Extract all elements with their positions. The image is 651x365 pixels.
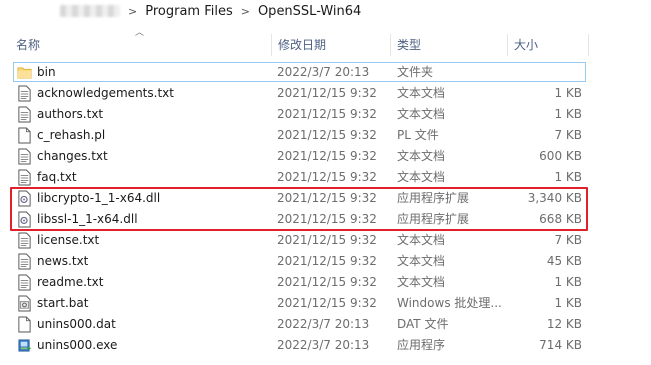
file-date: 2022/3/7 20:13 bbox=[277, 65, 370, 79]
file-row[interactable]: bin 2022/3/7 20:13 文件夹 bbox=[0, 62, 651, 83]
file-name: authors.txt bbox=[37, 107, 104, 121]
file-type: PL 文件 bbox=[397, 128, 439, 142]
text-document-icon bbox=[18, 106, 31, 123]
file-row[interactable]: readme.txt 2021/12/15 9:32 文本文档 1 KB bbox=[0, 272, 651, 293]
file-name: unins000.exe bbox=[37, 338, 118, 352]
column-header-date[interactable]: 修改日期 bbox=[272, 34, 390, 54]
blurred-path-segment bbox=[60, 5, 120, 17]
file-name: faq.txt bbox=[37, 170, 77, 184]
file-date: 2022/3/7 20:13 bbox=[277, 317, 370, 331]
file-type: 文本文档 bbox=[397, 107, 446, 121]
file-row[interactable]: license.txt 2021/12/15 9:32 文本文档 7 KB bbox=[0, 230, 651, 251]
text-document-icon bbox=[18, 85, 31, 102]
file-size: 714 KB bbox=[539, 338, 582, 352]
file-name: changes.txt bbox=[37, 149, 108, 163]
breadcrumb: > Program Files > OpenSSL-Win64 bbox=[0, 0, 651, 22]
file-name: readme.txt bbox=[37, 275, 104, 289]
file-date: 2021/12/15 9:32 bbox=[277, 275, 377, 289]
column-header-type[interactable]: 类型 bbox=[391, 34, 506, 54]
folder-icon bbox=[17, 67, 32, 79]
file-type: 文本文档 bbox=[397, 254, 446, 268]
file-name: c_rehash.pl bbox=[37, 128, 106, 142]
installer-exe-icon bbox=[18, 339, 32, 352]
column-header-size[interactable]: 大小 bbox=[508, 34, 588, 54]
text-document-icon bbox=[18, 274, 31, 291]
file-row[interactable]: faq.txt 2021/12/15 9:32 文本文档 1 KB bbox=[0, 167, 651, 188]
file-row[interactable]: authors.txt 2021/12/15 9:32 文本文档 1 KB bbox=[0, 104, 651, 125]
file-row[interactable]: start.bat 2021/12/15 9:32 Windows 批处理...… bbox=[0, 293, 651, 314]
file-name: start.bat bbox=[37, 296, 89, 310]
file-date: 2021/12/15 9:32 bbox=[277, 107, 377, 121]
text-document-icon bbox=[18, 232, 31, 249]
file-type: Windows 批处理... bbox=[397, 296, 502, 310]
file-type: 文本文档 bbox=[397, 233, 446, 247]
text-document-icon bbox=[18, 253, 31, 270]
file-size: 1 KB bbox=[554, 170, 582, 184]
file-size: 1 KB bbox=[554, 296, 582, 310]
column-header-name[interactable]: 名称 bbox=[10, 34, 272, 54]
file-size: 1 KB bbox=[554, 107, 582, 121]
file-row[interactable]: unins000.dat 2022/3/7 20:13 DAT 文件 12 KB bbox=[0, 314, 651, 335]
file-date: 2021/12/15 9:32 bbox=[277, 149, 377, 163]
file-size: 1 KB bbox=[554, 86, 582, 100]
file-row[interactable]: c_rehash.pl 2021/12/15 9:32 PL 文件 7 KB bbox=[0, 125, 651, 146]
file-date: 2021/12/15 9:32 bbox=[277, 86, 377, 100]
column-header: 名称 修改日期 类型 大小 bbox=[0, 34, 651, 56]
file-name: unins000.dat bbox=[37, 317, 116, 331]
column-header-date-label: 修改日期 bbox=[278, 37, 327, 52]
breadcrumb-separator-icon: > bbox=[128, 4, 138, 18]
file-type: 文本文档 bbox=[397, 170, 446, 184]
file-type: 应用程序 bbox=[397, 338, 446, 352]
annotation-highlight-box bbox=[10, 187, 588, 231]
file-name: news.txt bbox=[37, 254, 89, 268]
column-header-type-label: 类型 bbox=[397, 37, 422, 52]
column-divider[interactable] bbox=[588, 34, 589, 56]
batch-file-icon bbox=[18, 295, 31, 312]
file-row[interactable]: unins000.exe 2022/3/7 20:13 应用程序 714 KB bbox=[0, 335, 651, 356]
file-type: 文本文档 bbox=[397, 149, 446, 163]
file-date: 2021/12/15 9:32 bbox=[277, 170, 377, 184]
file-size: 12 KB bbox=[546, 317, 582, 331]
file-row[interactable]: acknowledgements.txt 2021/12/15 9:32 文本文… bbox=[0, 83, 651, 104]
file-date: 2021/12/15 9:32 bbox=[277, 254, 377, 268]
file-type: 文本文档 bbox=[397, 86, 446, 100]
blank-file-icon bbox=[18, 127, 31, 144]
text-document-icon bbox=[18, 148, 31, 165]
file-row[interactable]: changes.txt 2021/12/15 9:32 文本文档 600 KB bbox=[0, 146, 651, 167]
file-date: 2021/12/15 9:32 bbox=[277, 233, 377, 247]
file-size: 7 KB bbox=[554, 128, 582, 142]
text-document-icon bbox=[18, 169, 31, 186]
file-date: 2021/12/15 9:32 bbox=[277, 296, 377, 310]
file-name: license.txt bbox=[37, 233, 100, 247]
file-size: 600 KB bbox=[539, 149, 582, 163]
breadcrumb-item-openssl-win64[interactable]: OpenSSL-Win64 bbox=[258, 4, 361, 19]
file-type: DAT 文件 bbox=[397, 317, 449, 331]
file-type: 文本文档 bbox=[397, 275, 446, 289]
file-date: 2021/12/15 9:32 bbox=[277, 128, 377, 142]
breadcrumb-item-program-files[interactable]: Program Files bbox=[145, 4, 233, 19]
file-name: bin bbox=[37, 65, 56, 79]
file-type: 文件夹 bbox=[397, 65, 434, 79]
blank-file-icon bbox=[18, 316, 31, 333]
column-header-size-label: 大小 bbox=[514, 37, 539, 52]
file-size: 1 KB bbox=[554, 275, 582, 289]
breadcrumb-separator-icon: > bbox=[240, 4, 250, 18]
column-header-name-label: 名称 bbox=[16, 37, 41, 52]
file-size: 45 KB bbox=[546, 254, 582, 268]
file-row[interactable]: news.txt 2021/12/15 9:32 文本文档 45 KB bbox=[0, 251, 651, 272]
file-date: 2022/3/7 20:13 bbox=[277, 338, 370, 352]
file-size: 7 KB bbox=[554, 233, 582, 247]
file-name: acknowledgements.txt bbox=[37, 86, 174, 100]
